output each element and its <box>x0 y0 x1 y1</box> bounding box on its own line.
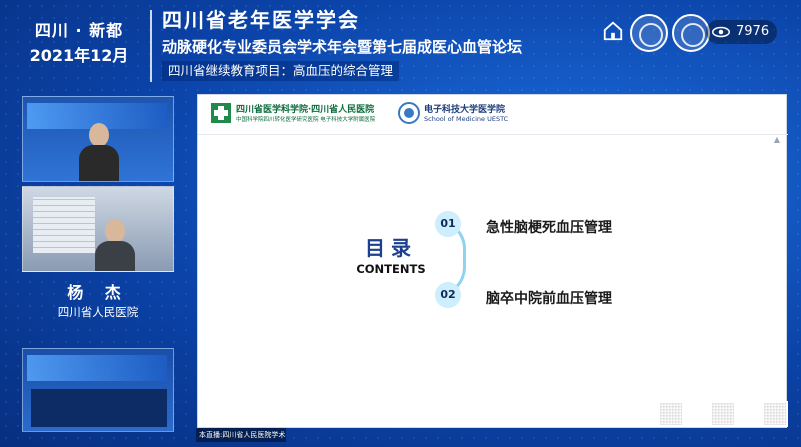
header-divider <box>150 10 152 82</box>
toc-item-1: 急性脑梗死血压管理 <box>486 220 612 236</box>
speaker-hospital: 四川省人民医院 <box>57 305 139 319</box>
camera-feed-2[interactable] <box>22 186 174 272</box>
speaker-name: 杨 杰 <box>67 283 129 302</box>
forum-title: 动脉硬化专业委员会学术年会暨第七届成医心血管论坛 <box>162 38 523 56</box>
toc-heading-zh: 目录 <box>365 236 417 260</box>
qr-label: 官方微信 <box>688 402 706 424</box>
university-subname: School of Medicine UESTC <box>424 115 509 123</box>
camera-banner <box>27 355 167 381</box>
toc-item-2: 脑卒中院前血压管理 <box>486 291 612 307</box>
qr-label: 官方网站 <box>636 402 654 424</box>
camera-feed-3[interactable] <box>22 348 174 432</box>
society-logo-icon <box>630 14 668 52</box>
presenter-figure <box>79 123 119 181</box>
event-city: 四川 · 新都 <box>34 21 124 40</box>
camera-feed-1[interactable] <box>22 96 174 182</box>
organizer-title: 四川省老年医学学会 <box>162 8 360 32</box>
slide-header: 四川省医学科学院·四川省人民医院 中国科学院四川转化医学研究医院 电子科技大学附… <box>198 95 788 135</box>
toc-heading: 目录 CONTENTS <box>346 235 436 277</box>
presentation-slide[interactable]: 四川省医学科学院·四川省人民医院 中国科学院四川转化医学研究医院 电子科技大学附… <box>197 94 788 428</box>
qr-code-icon <box>762 401 788 427</box>
speaker-figure <box>95 219 135 271</box>
hospital-subname: 中国科学院四川转化医学研究医院 电子科技大学附属医院 <box>236 117 376 123</box>
qr-code-icon <box>710 401 736 427</box>
university-name: 电子科技大学医学院 <box>424 105 506 115</box>
broadcast-caption: 本直播:四川省人民医院学术平台 <box>196 428 286 442</box>
background-building <box>33 197 95 253</box>
toc-number-2: 02 <box>435 282 461 308</box>
event-location-date: 四川 · 新都 2021年12月 <box>14 18 144 78</box>
hospital-logo-icon <box>672 14 710 52</box>
course-title: 四川省继续教育项目：高血压的综合管理 <box>162 61 400 81</box>
hospital-motto: 厚德 至善 求精 图强 <box>210 407 376 426</box>
event-title-block: 四川省老年医学学会 动脉硬化专业委员会学术年会暨第七届成医心血管论坛 四川省继续… <box>162 6 582 81</box>
eye-icon <box>712 26 730 38</box>
view-count-badge: 7976 <box>706 20 778 44</box>
qr-label: 官方微博 <box>740 402 758 424</box>
live-stream-stage: 四川 · 新都 2021年12月 四川省老年医学学会 动脉硬化专业委员会学术年会… <box>0 0 801 447</box>
event-date: 2021年12月 <box>29 46 129 65</box>
toc-number-1: 01 <box>435 211 461 237</box>
hospital-emblem-icon <box>211 103 231 123</box>
view-count: 7976 <box>736 24 770 39</box>
university-emblem-icon <box>398 102 420 124</box>
home-icon[interactable] <box>602 20 624 42</box>
conference-room <box>31 389 167 427</box>
hospital-name: 四川省医学科学院·四川省人民医院 <box>236 105 375 115</box>
scroll-up-icon[interactable]: ▲ <box>772 135 782 145</box>
qr-code-icon <box>658 401 684 427</box>
toc-heading-en: CONTENTS <box>356 262 426 276</box>
